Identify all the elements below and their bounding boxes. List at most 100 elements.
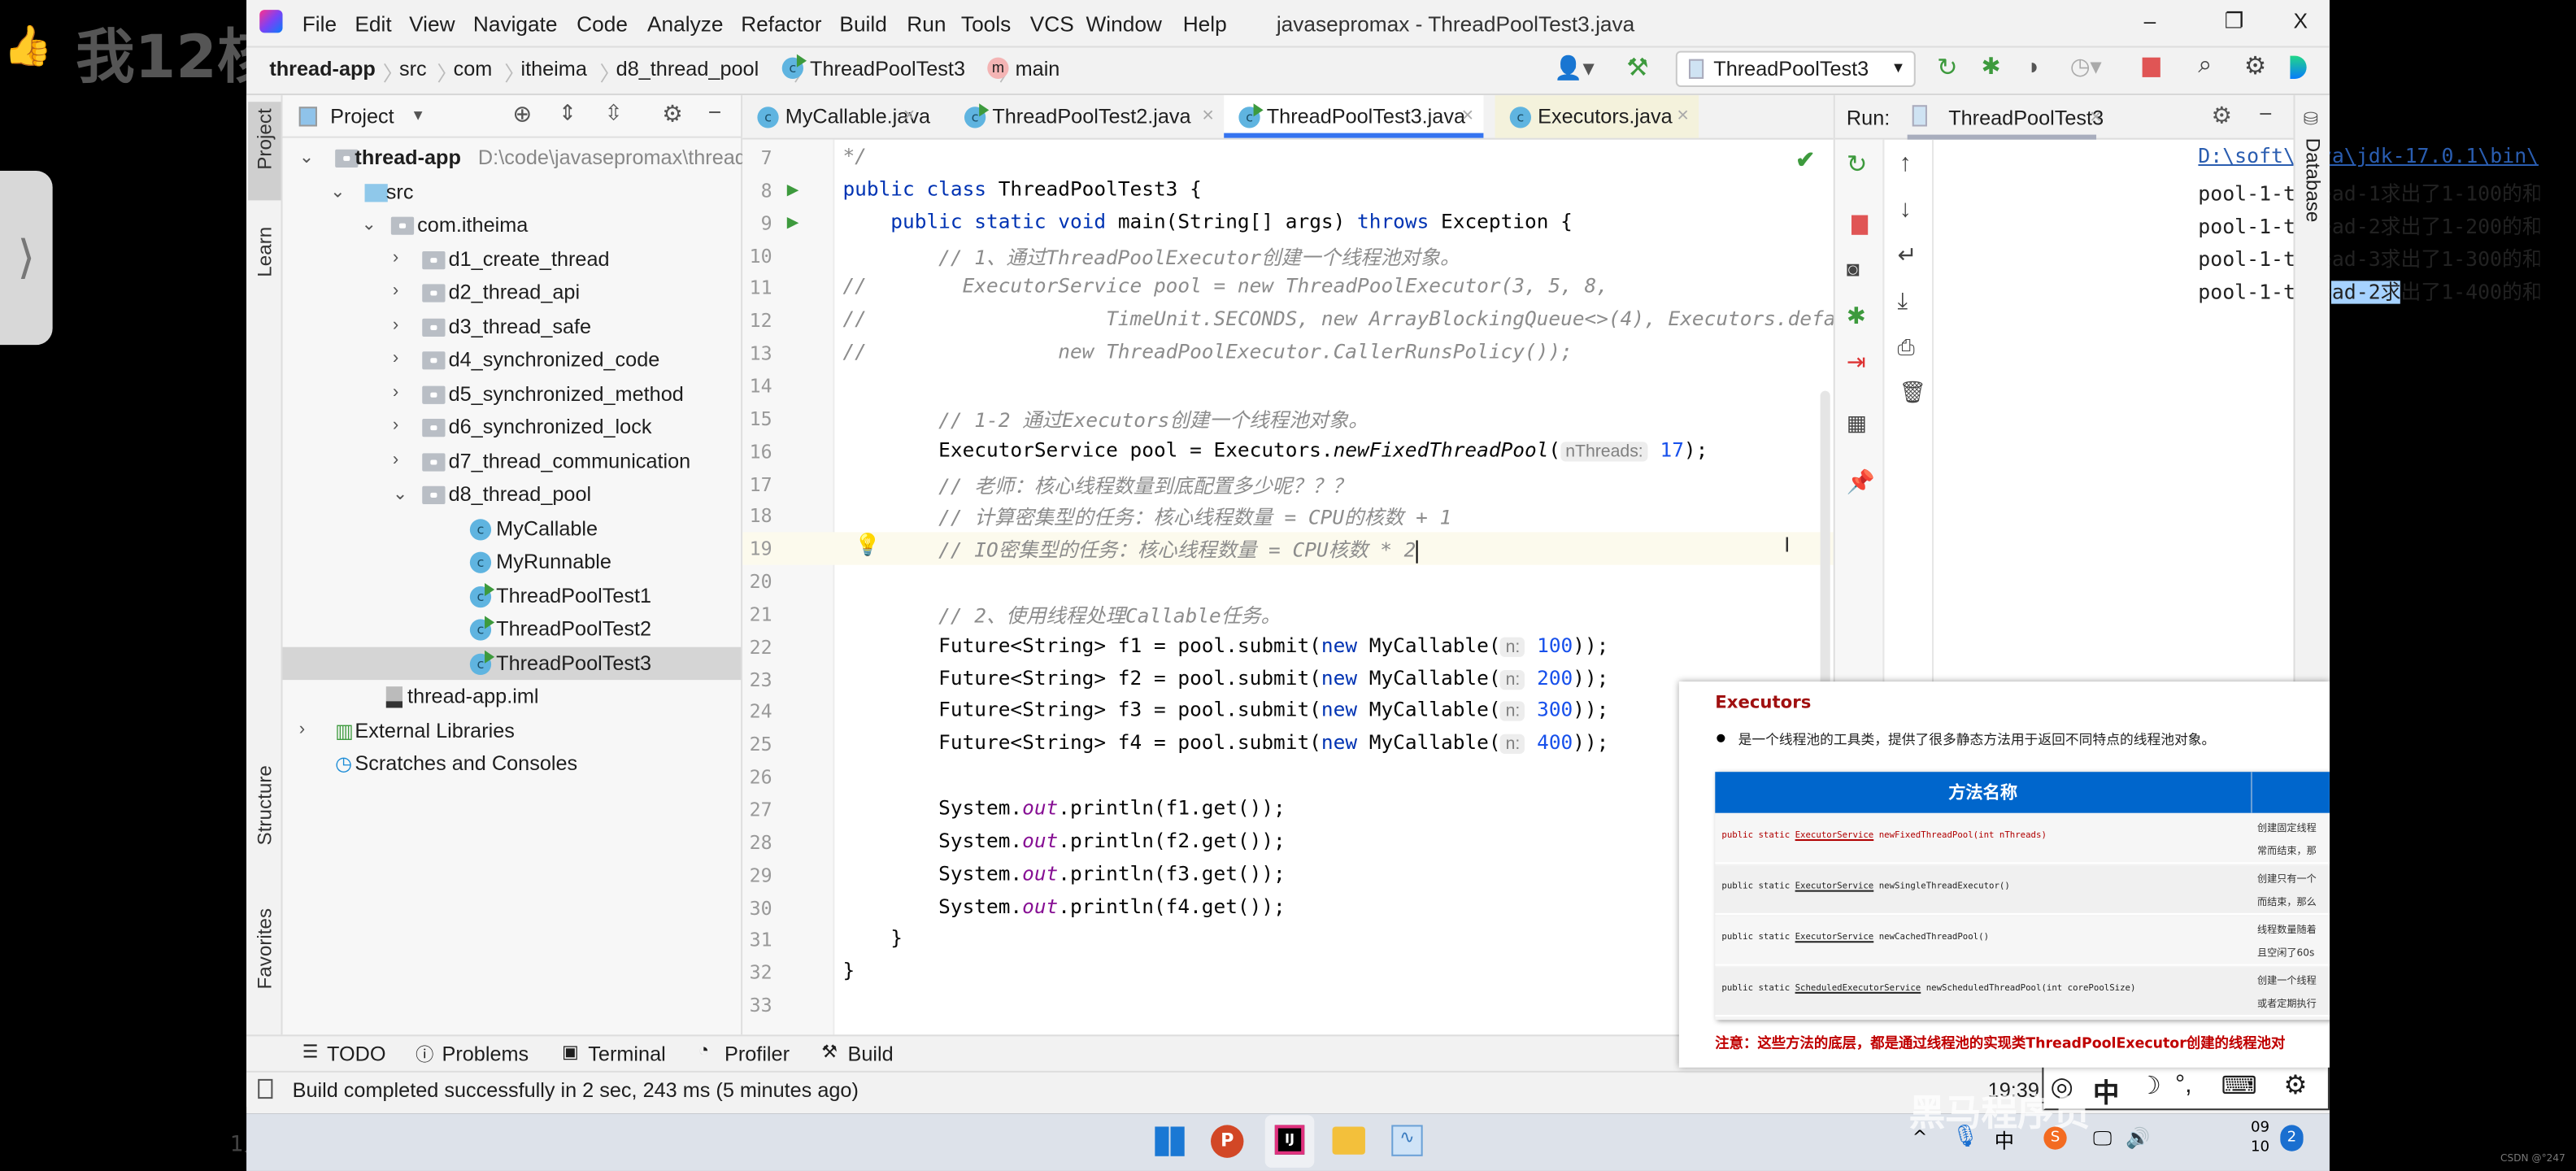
close-tab-icon[interactable]: × <box>1202 103 1214 126</box>
tool-tab-learn[interactable]: Learn <box>253 227 276 277</box>
line-number[interactable]: 26 <box>742 765 772 788</box>
tree-item[interactable]: › d1_create_thread <box>283 242 742 275</box>
menu-file[interactable]: File <box>302 11 337 36</box>
line-number[interactable]: 28 <box>742 831 772 854</box>
chevron-down-icon[interactable]: ▼ <box>411 107 425 123</box>
line-number[interactable]: 15 <box>742 407 772 429</box>
tool-tab-terminal[interactable]: Terminal <box>588 1043 665 1065</box>
close-tab-icon[interactable]: × <box>2090 105 2102 128</box>
tree-item[interactable]: ⌄ thread-app D:\code\javasepromax\thread-a… <box>283 141 788 174</box>
profile-icon[interactable]: ◷▾ <box>2070 53 2102 81</box>
chevron-right-icon[interactable]: › <box>299 719 305 738</box>
tool-tab-profiler[interactable]: Profiler <box>724 1043 790 1065</box>
layout-icon[interactable]: ▦ <box>1847 411 1867 437</box>
gear-icon[interactable]: ⚙ <box>662 100 682 128</box>
chevron-right-icon[interactable]: › <box>393 247 398 267</box>
rerun-icon[interactable]: ↻ <box>1847 150 1867 179</box>
input-method-icon[interactable]: 中 <box>1995 1126 2014 1154</box>
locate-icon[interactable]: ⊕ <box>512 100 532 128</box>
print-icon[interactable]: ⎙ <box>1898 335 1915 361</box>
tool-tab-favorites[interactable]: Favorites <box>253 908 276 990</box>
tree-item[interactable]: c ThreadPoolTest1 <box>283 579 742 612</box>
hide-panel-icon[interactable]: − <box>2259 100 2273 126</box>
line-number[interactable]: 29 <box>742 864 772 886</box>
moon-icon[interactable]: ☽ <box>2139 1071 2161 1100</box>
microphone-icon[interactable]: 🎙 <box>1952 1125 1978 1149</box>
tool-tab-problems[interactable]: Problems <box>442 1043 529 1065</box>
ime-mode[interactable]: 中 <box>2093 1071 2119 1110</box>
keyboard-icon[interactable]: ⌨ <box>2221 1071 2257 1100</box>
debug-restart-icon[interactable]: ✱ <box>1847 303 1866 330</box>
line-number[interactable]: 23 <box>742 668 772 690</box>
tree-item[interactable]: › d2_thread_api <box>283 276 742 308</box>
chevron-right-icon[interactable]: › <box>393 348 398 368</box>
build-hammer-icon[interactable]: ⚒ <box>1626 53 1648 82</box>
chart-app-icon[interactable]: ∿ <box>1391 1125 1423 1156</box>
menu-navigate[interactable]: Navigate <box>473 11 558 36</box>
expand-all-icon[interactable]: ⇕ <box>559 100 577 126</box>
close-tab-icon[interactable]: × <box>1462 103 1474 126</box>
soft-wrap-icon[interactable]: ↵ <box>1898 242 1917 269</box>
tray-chevron-icon[interactable]: ^ <box>1912 1126 1928 1147</box>
breadcrumb-item[interactable]: thread-app <box>269 58 376 81</box>
tree-item[interactable]: c ThreadPoolTest2 <box>283 612 742 645</box>
tool-tab-structure[interactable]: Structure <box>253 765 276 845</box>
close-tab-icon[interactable]: × <box>903 103 916 126</box>
chevron-right-icon[interactable]: › <box>393 281 398 300</box>
menu-vcs[interactable]: VCS <box>1030 11 1074 36</box>
line-number[interactable]: 12 <box>742 309 772 332</box>
editor-tab[interactable]: c Executors.java × <box>1495 95 1699 138</box>
line-number[interactable]: 32 <box>742 961 772 984</box>
menu-run[interactable]: Run <box>907 11 946 36</box>
down-arrow-icon[interactable]: ↓ <box>1899 195 1912 223</box>
tree-item[interactable]: ⌄ com.itheima <box>283 208 742 241</box>
menu-view[interactable]: View <box>409 11 455 36</box>
chevron-right-icon[interactable]: › <box>393 315 398 334</box>
scroll-to-end-icon[interactable]: ⤓ <box>1898 287 1908 315</box>
gear-icon[interactable]: ⚙ <box>2244 51 2266 81</box>
gear-icon[interactable]: ⚙ <box>2211 102 2231 129</box>
line-number[interactable]: 10 <box>742 244 772 267</box>
command-link[interactable]: D:\soft\Java\jdk-17.0.1\bin\j <box>2198 145 2539 168</box>
breadcrumb-item[interactable]: d8_thread_pool <box>616 58 759 81</box>
line-number[interactable]: 27 <box>742 799 772 821</box>
line-number[interactable]: 21 <box>742 603 772 625</box>
line-number[interactable]: 16 <box>742 440 772 463</box>
file-explorer-icon[interactable] <box>1332 1126 1365 1155</box>
punctuation-icon[interactable]: °, <box>2175 1071 2192 1099</box>
close-tab-icon[interactable]: × <box>1677 103 1689 126</box>
status-message[interactable]: Build completed successfully in 2 sec, 2… <box>293 1079 859 1102</box>
chevron-right-icon[interactable]: › <box>393 449 398 468</box>
chevron-down-icon[interactable]: ⌄ <box>393 483 408 504</box>
run-tab[interactable]: ThreadPoolTest3 <box>1948 107 2104 129</box>
tree-item[interactable]: ◷ Scratches and Consoles <box>283 747 742 780</box>
line-number[interactable]: 14 <box>742 374 772 397</box>
line-number[interactable]: 18 <box>742 505 772 528</box>
stop-icon[interactable] <box>2142 57 2160 77</box>
tool-tab-todo[interactable]: TODO <box>327 1043 386 1065</box>
toolbox-icon[interactable] <box>2290 55 2307 79</box>
coverage-icon[interactable]: ◗ <box>2027 53 2041 79</box>
chevron-right-icon[interactable]: › <box>393 416 398 435</box>
breadcrumb-item[interactable]: src <box>399 58 427 81</box>
menu-window[interactable]: Window <box>1086 11 1161 36</box>
side-expand-handle[interactable]: ⟩ <box>0 171 53 346</box>
tree-item[interactable]: › d5_synchronized_method <box>283 377 742 409</box>
close-button[interactable]: X <box>2293 8 2308 33</box>
tree-item[interactable]: c MyRunnable <box>283 546 742 578</box>
tree-item[interactable]: thread-app.iml <box>283 680 742 712</box>
line-number[interactable]: 30 <box>742 896 772 919</box>
maximize-button[interactable]: ❐ <box>2225 8 2244 34</box>
trash-icon[interactable]: 🗑 <box>1899 380 1926 406</box>
rerun-icon[interactable]: ↻ <box>1937 53 1957 82</box>
editor-tab[interactable]: c ThreadPoolTest2.java × <box>950 95 1224 138</box>
line-number[interactable]: 19 <box>742 538 772 560</box>
menu-refactor[interactable]: Refactor <box>741 11 821 36</box>
run-gutter-icon[interactable]: ▶ <box>787 210 799 233</box>
line-number[interactable]: 7 <box>742 146 772 169</box>
breadcrumb-item[interactable]: ThreadPoolTest3 <box>810 58 965 81</box>
line-number[interactable]: 22 <box>742 635 772 658</box>
editor-tab[interactable]: c MyCallable.java × <box>742 95 930 138</box>
tree-item[interactable]: ⌄ d8_thread_pool <box>283 478 742 511</box>
breadcrumb-item[interactable]: main <box>1016 58 1060 81</box>
